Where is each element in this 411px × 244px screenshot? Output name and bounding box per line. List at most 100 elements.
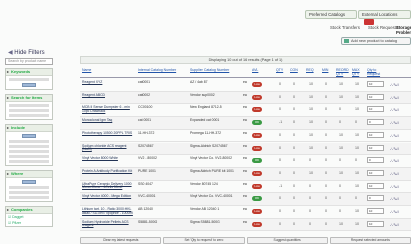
- column-header[interactable]: MAX QTY: [352, 68, 366, 77]
- qty-to-request-input[interactable]: 10: [367, 182, 384, 189]
- product-name-link[interactable]: Reagent XYZ: [82, 80, 134, 85]
- info-icon[interactable]: ℹ: [397, 171, 399, 176]
- column-header[interactable]: Supplier Catalog Number: [190, 68, 240, 73]
- qty-to-request-input[interactable]: 10: [367, 131, 384, 138]
- footer-button[interactable]: Suggest quantities: [246, 237, 328, 244]
- filter-field[interactable]: [9, 160, 49, 163]
- column-header[interactable]: REORD QTY: [336, 68, 350, 77]
- qty-to-request-input[interactable]: 10: [367, 208, 384, 214]
- product-name-link[interactable]: MCB II Sense Dumpster 6 - min 10pc Drawb…: [82, 106, 134, 113]
- cell-reord: 0: [339, 209, 341, 213]
- info-icon[interactable]: ℹ: [397, 196, 399, 201]
- product-name-link[interactable]: UltraPure Ceramic Delivery 1000 Mono-Clo…: [82, 182, 134, 190]
- table-row: Monoclonal Igm Taq cat 0001 Expanded cat 0…: [80, 117, 411, 130]
- product-name-link[interactable]: Lithium tart. 10 - Ratio 3000:HKL alkali…: [82, 207, 134, 215]
- qty-to-request-input[interactable]: 0: [367, 119, 384, 126]
- filter-field[interactable]: [9, 109, 49, 112]
- qty-to-request-input[interactable]: 10: [367, 93, 384, 100]
- cell-con: 0: [293, 209, 295, 213]
- unit-label: ea: [243, 105, 247, 110]
- product-name-link[interactable]: Sodium Hydroxide Pellets ACS reagent: [82, 220, 134, 228]
- hide-filters-toggle[interactable]: ◀ Hide Filters: [8, 49, 45, 56]
- table-row: Vinyl Vector 4000 - Mega Edition VVC-4000…: [80, 193, 411, 206]
- cell-max: 10: [355, 107, 359, 112]
- info-icon[interactable]: ℹ: [397, 184, 399, 189]
- subnav-storage-problems[interactable]: Storage Problems: [396, 25, 411, 35]
- company-checkbox[interactable]: ☑ Pfizer: [6, 220, 52, 226]
- info-icon[interactable]: ℹ: [397, 120, 399, 125]
- product-name-link[interactable]: Phototherapy 10500 20PPL TRIS: [82, 131, 134, 136]
- column-header[interactable]: CON: [290, 68, 304, 73]
- filter-panel-header[interactable]: Companies: [6, 207, 52, 214]
- filter-panel-header[interactable]: Search for Items: [6, 95, 52, 102]
- cell-reord: 0: [339, 107, 341, 112]
- footer-button[interactable]: Set 'Qty to request' to zero: [163, 237, 245, 244]
- filter-field[interactable]: [9, 114, 49, 117]
- product-name-link[interactable]: Protein A Antibody Purification Kit: [82, 169, 134, 174]
- info-icon[interactable]: ℹ: [397, 133, 399, 138]
- filter-field[interactable]: [9, 104, 49, 107]
- row-actions: ⛬✎ℹ: [390, 120, 399, 125]
- filter-field[interactable]: [9, 191, 49, 194]
- column-header[interactable]: Qty to Request: [367, 68, 387, 77]
- column-header[interactable]: Name: [82, 68, 134, 73]
- unit-label: ea: [243, 130, 247, 135]
- tab-external-locations[interactable]: External Locations: [358, 10, 411, 25]
- filter-panel-header[interactable]: Where: [6, 171, 52, 178]
- row-actions: ⛬✎ℹ: [390, 158, 399, 163]
- product-name-link[interactable]: Monoclonal Igm Taq: [82, 118, 134, 123]
- table-row: MCB II Sense Dumpster 6 - min 10pc Drawb…: [80, 104, 411, 118]
- column-header[interactable]: Internal Catalog Number: [138, 68, 186, 73]
- column-header[interactable]: QTY: [276, 68, 288, 73]
- qty-to-request-input[interactable]: 10: [367, 220, 384, 227]
- filter-field[interactable]: [9, 145, 49, 148]
- tab-preferred-catalogs[interactable]: Preferred Catalogs: [305, 10, 357, 19]
- column-header[interactable]: AVL: [252, 68, 270, 73]
- qty-to-request-input[interactable]: 10: [367, 106, 384, 113]
- column-header[interactable]: MIN: [322, 68, 334, 73]
- company-label: Pfizer: [12, 221, 22, 225]
- info-icon[interactable]: ℹ: [397, 82, 399, 87]
- info-icon[interactable]: ℹ: [397, 95, 399, 100]
- subnav-stock-requests[interactable]: Stock Requests: [368, 25, 398, 30]
- filter-field[interactable]: [9, 78, 49, 81]
- internal-catalog-number: 11-HH-372: [138, 130, 155, 135]
- filter-panel-header[interactable]: Keywords: [6, 69, 52, 76]
- filter-field[interactable]: [9, 155, 49, 158]
- product-name-link[interactable]: Reagent ABCD: [82, 93, 134, 98]
- filter-panel-header[interactable]: Include: [6, 125, 52, 132]
- add-product-button[interactable]: Add new product to catalog: [341, 37, 411, 45]
- qty-to-request-input[interactable]: 10: [367, 169, 384, 176]
- info-icon[interactable]: ℹ: [397, 209, 399, 214]
- filter-field[interactable]: [9, 150, 49, 153]
- qty-to-request-input[interactable]: 0: [367, 157, 384, 164]
- sidebar-search-input[interactable]: Search by product name: [5, 58, 53, 65]
- cell-con: 0: [293, 132, 295, 137]
- info-icon[interactable]: ℹ: [397, 222, 399, 227]
- filter-field[interactable]: [9, 140, 49, 143]
- filter-go-button[interactable]: [22, 83, 36, 87]
- filter-select-button[interactable]: [22, 180, 36, 184]
- product-name-link[interactable]: Sodium chloride ACS reagent (NaCl): [82, 144, 134, 152]
- table-row: Reagent ABCD cat0002 Vendor sup0002 ea Low 0 0…: [80, 91, 411, 105]
- filter-field[interactable]: [9, 196, 49, 199]
- filter-field[interactable]: [9, 186, 49, 189]
- info-icon[interactable]: ℹ: [397, 146, 399, 151]
- unit-label: ea: [243, 219, 247, 224]
- column-header[interactable]: REQ: [306, 68, 320, 73]
- footer-button[interactable]: Request selected amounts: [329, 237, 411, 244]
- info-icon[interactable]: ℹ: [397, 107, 399, 112]
- product-name-link[interactable]: Vinyl Vector 4000 - Mega Edition: [82, 195, 134, 199]
- cell-min: 0: [325, 158, 327, 163]
- table-row: Protein A Antibody Purification Kit PURE …: [80, 167, 411, 181]
- filter-select-button[interactable]: [22, 134, 36, 138]
- cell-min: 0: [325, 107, 327, 112]
- info-icon[interactable]: ℹ: [397, 158, 399, 163]
- qty-to-request-input[interactable]: 0: [367, 195, 384, 202]
- qty-to-request-input[interactable]: 10: [367, 81, 384, 87]
- product-name-link[interactable]: Vinyl Vector 8000 White: [82, 157, 134, 161]
- qty-to-request-input[interactable]: 10: [367, 144, 384, 151]
- cell-min: 0: [325, 183, 327, 188]
- subnav-stock-transfers[interactable]: Stock Transfers: [330, 25, 360, 30]
- footer-button[interactable]: Clear my latest requests: [80, 237, 162, 244]
